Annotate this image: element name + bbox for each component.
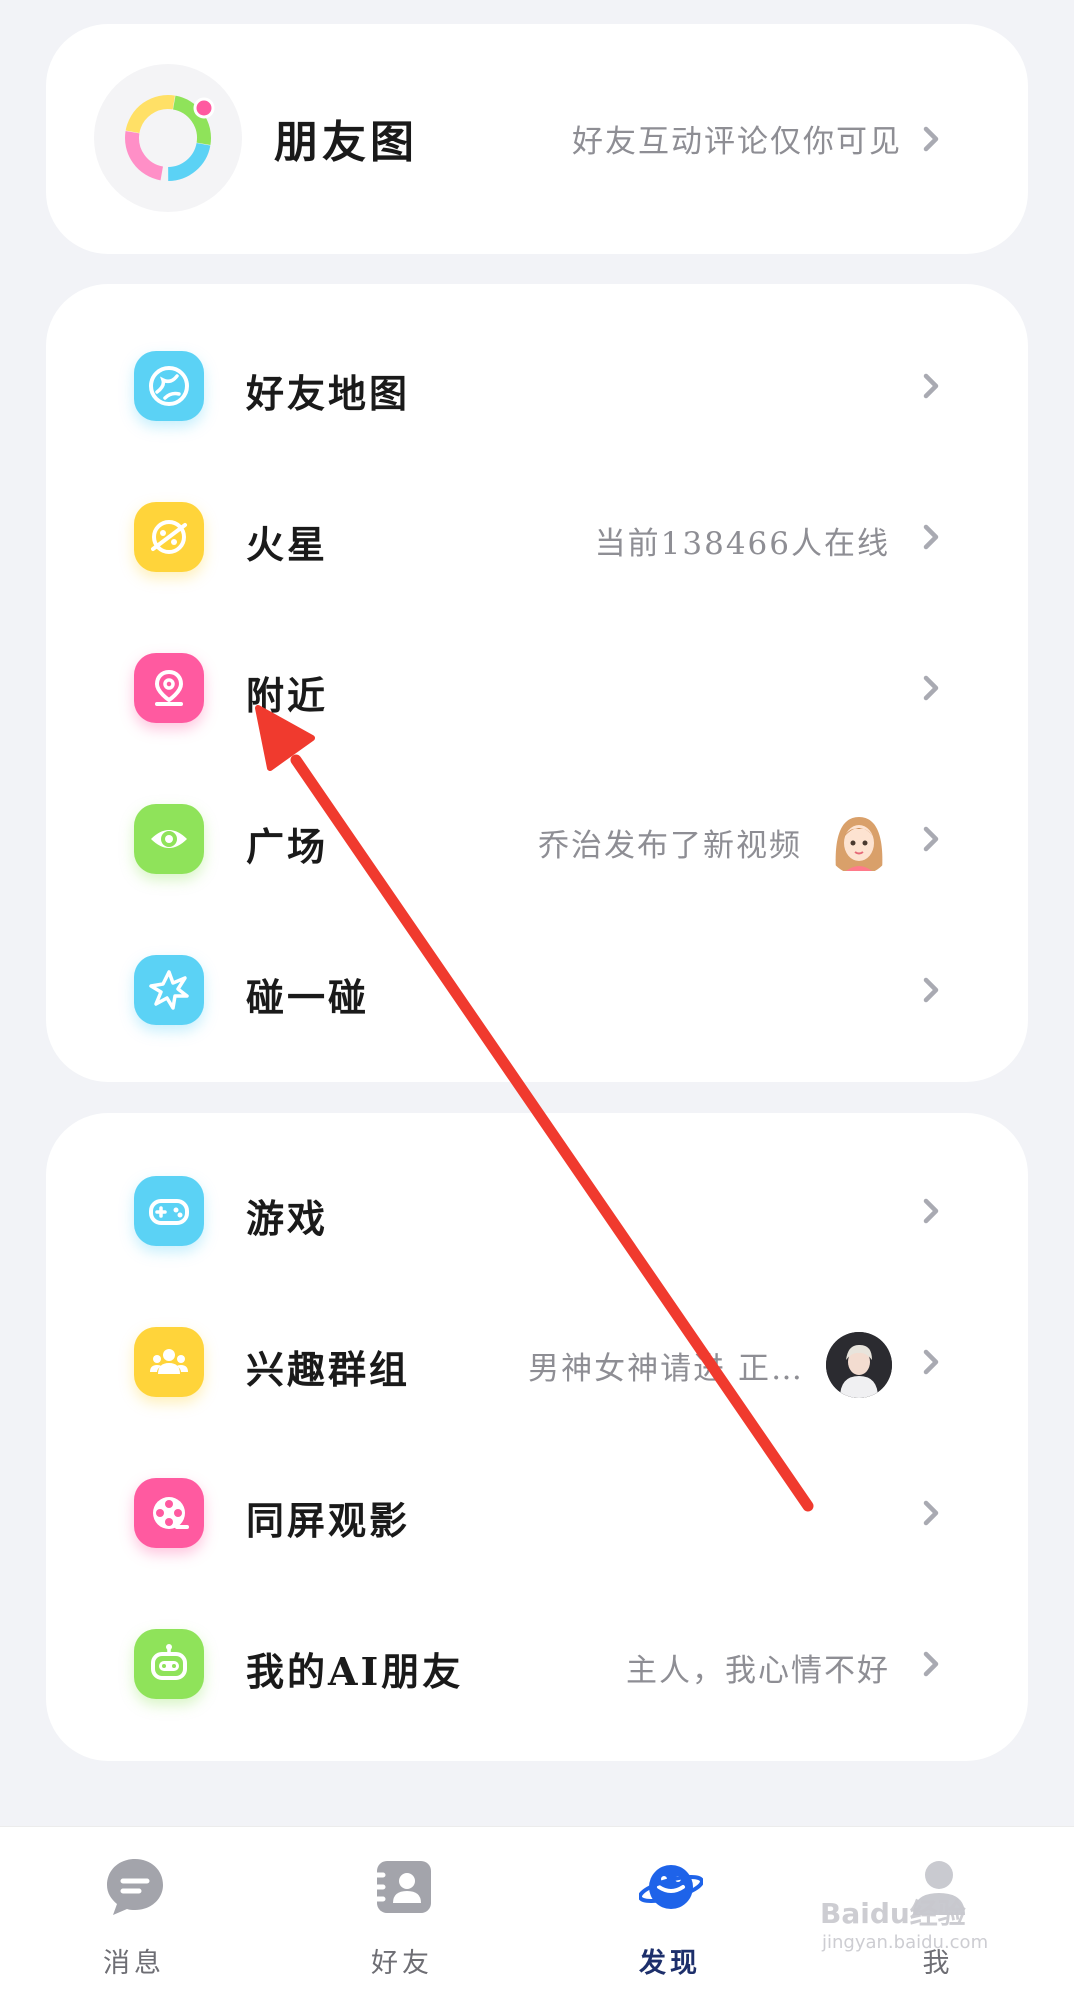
moments-subtitle: 好友互动评论仅你可见 xyxy=(572,124,902,160)
menu-item-label: 碰一碰 xyxy=(246,975,370,1020)
film-reel-icon xyxy=(134,1478,204,1548)
globe-icon xyxy=(134,351,204,421)
ai-friend-message-text: 主人，我心情不好 xyxy=(626,1653,890,1689)
menu-item-label: 广场 xyxy=(246,824,329,869)
tab-messages[interactable]: 消息 xyxy=(0,1827,268,1991)
menu-item-square[interactable]: 广场 乔治发布了新视频 xyxy=(46,764,1028,914)
chevron-right-icon xyxy=(916,824,946,858)
chevron-right-icon xyxy=(916,1649,946,1683)
user-avatar xyxy=(826,809,892,875)
location-pin-icon xyxy=(134,653,204,723)
chevron-right-icon xyxy=(916,1498,946,1532)
menu-item-label: 兴趣群组 xyxy=(246,1347,411,1392)
discover-menu-card: 好友地图 火星 当前138466人在线 附近 广场 乔治发布了新视频 碰一碰 xyxy=(46,284,1028,1082)
menu-item-ai-friend[interactable]: 我的AI朋友 主人，我心情不好 xyxy=(46,1589,1028,1739)
tab-label: 好友 xyxy=(371,1948,433,1979)
planet-discover-icon xyxy=(638,1855,704,1919)
online-count-text: 当前138466人在线 xyxy=(594,526,890,562)
group-preview-text: 男神女神请进 正… xyxy=(528,1351,804,1387)
menu-item-watch-together[interactable]: 同屏观影 xyxy=(46,1438,1028,1588)
group-avatar xyxy=(826,1332,892,1398)
baidu-watermark: Baidu经验 xyxy=(820,1897,966,1930)
chevron-right-icon xyxy=(916,975,946,1009)
moments-title: 朋友图 xyxy=(274,117,418,168)
chevron-right-icon xyxy=(916,371,946,405)
planet-icon xyxy=(134,502,204,572)
menu-item-bump[interactable]: 碰一碰 xyxy=(46,915,1028,1065)
tab-label: 消息 xyxy=(103,1948,165,1979)
menu-item-label: 游戏 xyxy=(246,1196,329,1241)
moments-logo-icon xyxy=(94,64,242,212)
tab-label: 发现 xyxy=(639,1948,701,1979)
menu-item-label: 附近 xyxy=(246,673,329,718)
tab-discover[interactable]: 发现 xyxy=(536,1827,804,1991)
square-update-text: 乔治发布了新视频 xyxy=(538,828,802,864)
baidu-watermark-url: jingyan.baidu.com xyxy=(822,1932,989,1953)
menu-item-label: 火星 xyxy=(246,522,329,567)
tab-friends[interactable]: 好友 xyxy=(268,1827,536,1991)
contacts-icon xyxy=(370,1855,435,1919)
menu-item-label: 我的AI朋友 xyxy=(246,1649,464,1694)
chevron-right-icon xyxy=(916,673,946,707)
entertainment-menu-card: 游戏 兴趣群组 男神女神请进 正… 同屏观影 我的AI朋友 主人，我心情不好 xyxy=(46,1113,1028,1761)
moments-card[interactable]: 朋友图 好友互动评论仅你可见 xyxy=(46,24,1028,254)
menu-item-mars[interactable]: 火星 当前138466人在线 xyxy=(46,462,1028,612)
chevron-right-icon xyxy=(916,124,946,154)
menu-item-interest-groups[interactable]: 兴趣群组 男神女神请进 正… xyxy=(46,1287,1028,1437)
group-icon xyxy=(134,1327,204,1397)
menu-item-friend-map[interactable]: 好友地图 xyxy=(46,311,1028,461)
eye-icon xyxy=(134,804,204,874)
menu-item-nearby[interactable]: 附近 xyxy=(46,613,1028,763)
robot-icon xyxy=(134,1629,204,1699)
menu-item-label: 好友地图 xyxy=(246,371,411,416)
menu-item-label: 同屏观影 xyxy=(246,1498,411,1543)
menu-item-games[interactable]: 游戏 xyxy=(46,1136,1028,1286)
chevron-right-icon xyxy=(916,1347,946,1381)
burst-icon xyxy=(134,955,204,1025)
chevron-right-icon xyxy=(916,522,946,556)
gamepad-icon xyxy=(134,1176,204,1246)
message-icon xyxy=(103,1855,167,1919)
chevron-right-icon xyxy=(916,1196,946,1230)
